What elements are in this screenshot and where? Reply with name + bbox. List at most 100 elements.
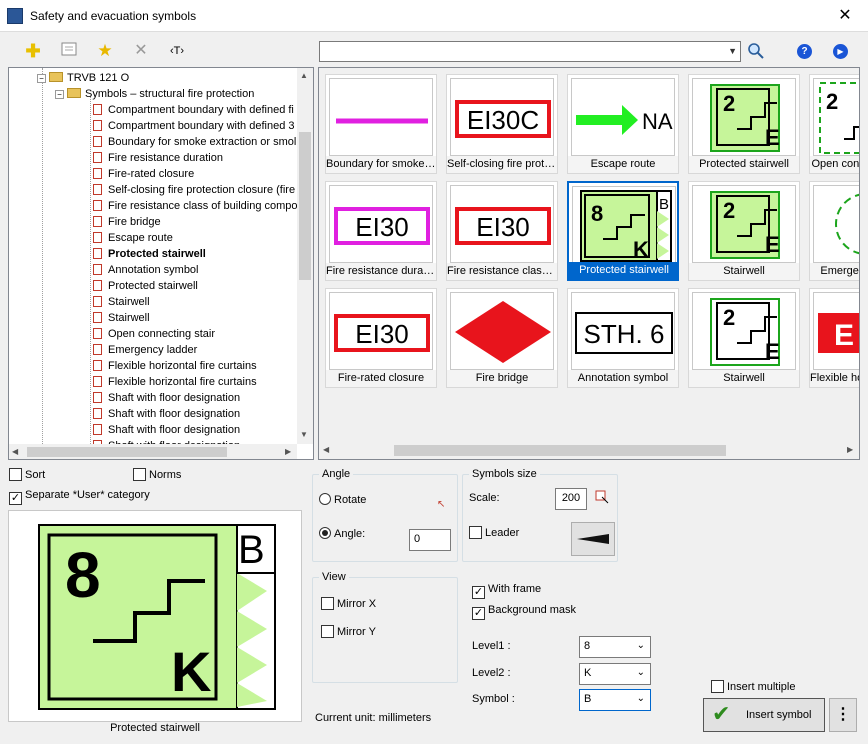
leader-style-button[interactable] bbox=[571, 522, 615, 556]
level1-select[interactable]: 8 ⌄ bbox=[579, 636, 651, 658]
pick-angle-icon[interactable]: ↖ bbox=[437, 499, 445, 510]
insert-multiple-checkbox[interactable] bbox=[711, 680, 724, 693]
tree-item[interactable]: Compartment boundary with defined 3 bbox=[93, 118, 295, 134]
category-tree[interactable]: − TRVB 121 O − Symbols – structural fire pr… bbox=[8, 67, 314, 460]
symbol-tile[interactable]: 2 Open connecting stair bbox=[809, 74, 859, 174]
tree-item[interactable]: Boundary for smoke extraction or smol bbox=[93, 134, 296, 150]
symbol-tile[interactable]: E Flexible horizontal fire curtains bbox=[809, 288, 859, 388]
mirror-y-checkbox[interactable] bbox=[321, 625, 334, 638]
tree-item[interactable]: Emergency ladder bbox=[93, 342, 197, 358]
tree-item[interactable]: Compartment boundary with defined fi bbox=[93, 102, 294, 118]
symbol-tile[interactable]: 8 K B Protected stairwell bbox=[567, 181, 679, 281]
level2-select[interactable]: K ⌄ bbox=[579, 663, 651, 685]
tree-vscrollbar[interactable]: ▲ ▼ bbox=[297, 68, 313, 444]
background-mask-option[interactable]: ✓ Background mask bbox=[472, 604, 576, 620]
tree-item[interactable]: Flexible horizontal fire curtains bbox=[93, 374, 257, 390]
text-tag-icon[interactable]: ‹T› bbox=[165, 40, 189, 62]
search-icon[interactable] bbox=[747, 42, 765, 63]
symbol-tile[interactable]: EI30 Fire resistance class of building co… bbox=[446, 181, 558, 281]
symbol-tile[interactable]: Boundary for smoke extraction bbox=[325, 74, 437, 174]
close-button[interactable]: ✕ bbox=[822, 0, 868, 31]
tree-item[interactable]: Protected stairwell bbox=[93, 246, 206, 262]
gallery-hscrollbar[interactable]: ◀ ▶ bbox=[319, 442, 859, 459]
tree-item[interactable]: Shaft with floor designation bbox=[93, 422, 240, 438]
symbol-tile[interactable]: EI30 Fire resistance duration bbox=[325, 181, 437, 281]
mirror-y-option[interactable]: Mirror Y bbox=[321, 625, 376, 638]
tree-item[interactable]: Self-closing fire protection closure (fi… bbox=[93, 182, 295, 198]
scroll-right-icon[interactable]: ▶ bbox=[847, 445, 853, 454]
tree-item[interactable]: Open connecting stair bbox=[93, 326, 215, 342]
add-icon[interactable]: ✚ bbox=[21, 40, 45, 62]
symbol-tile[interactable]: 2 E Stairwell bbox=[688, 288, 800, 388]
with-frame-checkbox[interactable]: ✓ bbox=[472, 586, 485, 599]
sort-option[interactable]: Sort bbox=[9, 468, 45, 481]
tree-item[interactable]: Fire resistance duration bbox=[93, 150, 223, 166]
tree-item[interactable]: Shaft with floor designation bbox=[93, 406, 240, 422]
scroll-left-icon[interactable]: ◀ bbox=[323, 445, 329, 454]
symbol-tile[interactable]: STH. 6 Annotation symbol bbox=[567, 288, 679, 388]
tree-item[interactable]: Fire resistance class of building compor bbox=[93, 198, 299, 214]
tree-vscroll-thumb[interactable] bbox=[299, 132, 311, 280]
scroll-left-icon[interactable]: ◀ bbox=[12, 447, 18, 456]
symbol-tile[interactable]: NA Escape route bbox=[567, 74, 679, 174]
rotate-option[interactable]: Rotate bbox=[319, 493, 366, 506]
rotate-radio[interactable] bbox=[319, 493, 331, 505]
insert-multiple-option[interactable]: Insert multiple bbox=[711, 680, 795, 693]
mirror-x-option[interactable]: Mirror X bbox=[321, 597, 376, 610]
pick-scale-icon[interactable] bbox=[595, 490, 609, 507]
scale-input[interactable]: 200 bbox=[555, 488, 587, 510]
tree-hscrollbar[interactable]: ◀ ▶ bbox=[9, 444, 297, 459]
leader-option[interactable]: Leader bbox=[469, 526, 519, 539]
norms-option[interactable]: Norms bbox=[133, 468, 181, 481]
symbol-select[interactable]: B ⌄ bbox=[579, 689, 651, 711]
symbol-tile[interactable]: EI30C Self-closing fire protection closur… bbox=[446, 74, 558, 174]
properties-icon[interactable] bbox=[57, 40, 81, 62]
more-options-button[interactable]: ⋮ bbox=[829, 698, 857, 732]
tree-item[interactable]: Annotation symbol bbox=[93, 262, 199, 278]
angle-input[interactable]: 0 bbox=[409, 529, 451, 551]
angle-option[interactable]: Angle: bbox=[319, 527, 365, 540]
chevron-down-icon[interactable]: ▼ bbox=[728, 46, 737, 56]
scroll-down-icon[interactable]: ▼ bbox=[300, 430, 308, 439]
symbol-gallery[interactable]: Boundary for smoke extraction EI30C Self-c… bbox=[318, 67, 860, 460]
norms-checkbox[interactable] bbox=[133, 468, 146, 481]
favorite-star-icon[interactable]: ★ bbox=[93, 40, 117, 62]
collapse-icon[interactable]: − bbox=[37, 74, 46, 83]
gallery-hscroll-thumb[interactable] bbox=[394, 445, 726, 456]
leader-checkbox[interactable] bbox=[469, 526, 482, 539]
tree-item[interactable]: Stairwell bbox=[93, 310, 150, 326]
symbol-tile[interactable]: 2 E Stairwell bbox=[688, 181, 800, 281]
tree-node-root[interactable]: − TRVB 121 O bbox=[37, 70, 129, 86]
tree-item[interactable]: Flexible horizontal fire curtains bbox=[93, 358, 257, 374]
search-combo[interactable]: ▼ bbox=[319, 41, 741, 62]
symbol-tile[interactable]: 2 E Protected stairwell bbox=[688, 74, 800, 174]
tree-item[interactable]: Stairwell bbox=[93, 294, 150, 310]
tree-item[interactable]: Shaft with floor designation bbox=[93, 390, 240, 406]
scroll-up-icon[interactable]: ▲ bbox=[300, 71, 308, 80]
next-icon[interactable]: ▶ bbox=[833, 44, 848, 59]
sort-checkbox[interactable] bbox=[9, 468, 22, 481]
tree-node-group[interactable]: − Symbols – structural fire protection bbox=[55, 86, 254, 102]
symbol-tile[interactable]: Fire bridge bbox=[446, 288, 558, 388]
symbol-thumbnail: STH. 6 bbox=[571, 292, 675, 370]
tree-item[interactable]: Fire bridge bbox=[93, 214, 161, 230]
tree-item[interactable]: Protected stairwell bbox=[93, 278, 198, 294]
collapse-icon[interactable]: − bbox=[55, 90, 64, 99]
delete-icon[interactable]: ✕ bbox=[129, 40, 153, 62]
separate-user-checkbox[interactable]: ✓ bbox=[9, 492, 22, 505]
tree-item[interactable]: Escape route bbox=[93, 230, 173, 246]
symbol-tile[interactable]: D Emergency ladder bbox=[809, 181, 859, 281]
tree-hscroll-thumb[interactable] bbox=[27, 447, 227, 457]
symbol-doc-icon bbox=[93, 136, 102, 147]
svg-text:D: D bbox=[857, 211, 859, 238]
angle-radio[interactable] bbox=[319, 527, 331, 539]
symbol-tile[interactable]: EI30 Fire-rated closure bbox=[325, 288, 437, 388]
tree-item[interactable]: Fire-rated closure bbox=[93, 166, 194, 182]
with-frame-option[interactable]: ✓ With frame bbox=[472, 583, 541, 599]
help-icon[interactable]: ? bbox=[797, 44, 812, 59]
scroll-right-icon[interactable]: ▶ bbox=[285, 447, 291, 456]
background-mask-checkbox[interactable]: ✓ bbox=[472, 607, 485, 620]
mirror-x-checkbox[interactable] bbox=[321, 597, 334, 610]
insert-symbol-button[interactable]: ✔ Insert symbol bbox=[703, 698, 825, 732]
separate-user-option[interactable]: ✓ Separate *User* category bbox=[9, 489, 150, 505]
